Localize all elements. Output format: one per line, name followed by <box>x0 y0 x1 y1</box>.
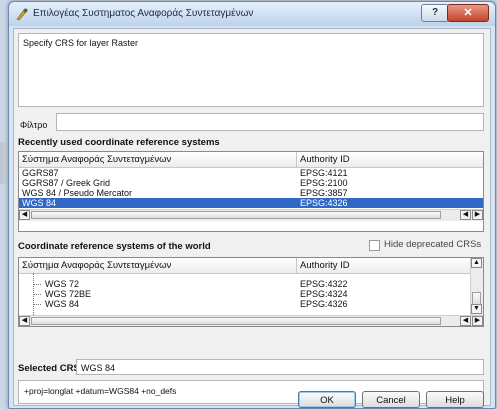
ok-button[interactable]: OK <box>298 391 356 408</box>
column-header-crs[interactable]: Σύστημα Αναφοράς Συντεταγμένων <box>19 258 297 273</box>
world-crs-table: Σύστημα Αναφοράς Συντεταγμένων Authority… <box>18 257 484 327</box>
tree-item[interactable]: WGS 72BE EPSG:4324 <box>19 289 471 299</box>
authority-id: EPSG:4326 <box>300 299 348 309</box>
recent-horizontal-scrollbar[interactable]: ◀ ◀ ▶ <box>19 209 483 221</box>
column-header-authority-id[interactable]: Authority ID <box>297 258 471 273</box>
filter-input[interactable] <box>56 113 484 131</box>
tree-item[interactable]: WGS 72 EPSG:4322 <box>19 279 471 289</box>
authority-id: EPSG:3857 <box>300 188 348 198</box>
table-row[interactable]: GGRS87 / Greek Grid EPSG:2100 <box>19 178 483 188</box>
recent-crs-title: Recently used coordinate reference syste… <box>18 137 220 148</box>
column-header-authority-id[interactable]: Authority ID <box>297 152 483 167</box>
crs-name: WGS 72 <box>45 279 80 289</box>
world-table-header: Σύστημα Αναφοράς Συντεταγμένων Authority… <box>19 258 471 274</box>
world-crs-title: Coordinate reference systems of the worl… <box>18 241 211 252</box>
crs-name: GGRS87 / Greek Grid <box>22 178 111 188</box>
scroll-left-icon[interactable]: ◀ <box>19 210 30 220</box>
cancel-button[interactable]: Cancel <box>362 391 420 408</box>
dialog-body: Specify CRS for layer Raster Φίλτρο Rece… <box>13 28 491 408</box>
layer-description: Specify CRS for layer Raster <box>18 33 484 107</box>
scroll-left-icon[interactable]: ◀ <box>460 316 471 326</box>
authority-id: EPSG:4121 <box>300 168 348 178</box>
authority-id: EPSG:4322 <box>300 279 348 289</box>
scroll-left-icon[interactable]: ◀ <box>19 316 30 326</box>
selected-crs-field[interactable]: WGS 84 <box>76 359 484 375</box>
scroll-thumb[interactable] <box>31 211 441 219</box>
crs-name: WGS 84 / Pseudo Mercator <box>22 188 133 198</box>
title-bar[interactable]: Επιλογέας Συστηματος Αναφοράς Συντεταγμέ… <box>9 2 495 26</box>
authority-id: EPSG:2100 <box>300 178 348 188</box>
table-row-selected[interactable]: WGS 84 EPSG:4326 <box>19 198 483 208</box>
hide-deprecated-label: Hide deprecated CRSs <box>384 239 482 250</box>
help-button[interactable]: Help <box>426 391 484 408</box>
crs-name: GGRS87 <box>22 168 59 178</box>
authority-id: EPSG:4324 <box>300 289 348 299</box>
recent-crs-table: Σύστημα Αναφοράς Συντεταγμένων Authority… <box>18 151 484 232</box>
filter-label: Φίλτρο <box>20 120 48 130</box>
close-button[interactable]: ✕ <box>447 4 489 22</box>
scroll-up-icon[interactable]: ▲ <box>471 258 482 268</box>
scroll-right-icon[interactable]: ▶ <box>472 210 483 220</box>
scroll-down-icon[interactable]: ▼ <box>471 304 482 314</box>
selected-crs-label: Selected CRS: <box>18 363 83 374</box>
table-row[interactable]: GGRS87 EPSG:4121 <box>19 168 483 178</box>
window-title: Επιλογέας Συστηματος Αναφοράς Συντεταγμέ… <box>33 8 254 19</box>
crs-name: WGS 84 <box>45 299 80 309</box>
authority-id: EPSG:4326 <box>300 198 348 208</box>
tree-item[interactable]: WGS 84 EPSG:4326 <box>19 299 471 309</box>
world-horizontal-scrollbar[interactable]: ◀ ◀ ▶ <box>19 315 483 326</box>
column-header-crs[interactable]: Σύστημα Αναφοράς Συντεταγμένων <box>19 152 297 167</box>
scroll-right-icon[interactable]: ▶ <box>472 316 483 326</box>
hide-deprecated-checkbox[interactable] <box>369 240 380 251</box>
scroll-thumb[interactable] <box>31 317 441 325</box>
recent-table-header: Σύστημα Αναφοράς Συντεταγμένων Authority… <box>19 152 483 168</box>
scroll-left-icon[interactable]: ◀ <box>460 210 471 220</box>
crs-name: WGS 84 <box>22 198 57 208</box>
help-title-button[interactable]: ? <box>421 4 449 22</box>
crs-selector-dialog: Επιλογέας Συστηματος Αναφοράς Συντεταγμέ… <box>8 1 496 409</box>
table-row[interactable]: WGS 84 / Pseudo Mercator EPSG:3857 <box>19 188 483 198</box>
crs-name: WGS 72BE <box>45 289 92 299</box>
crs-globe-icon <box>16 8 28 21</box>
